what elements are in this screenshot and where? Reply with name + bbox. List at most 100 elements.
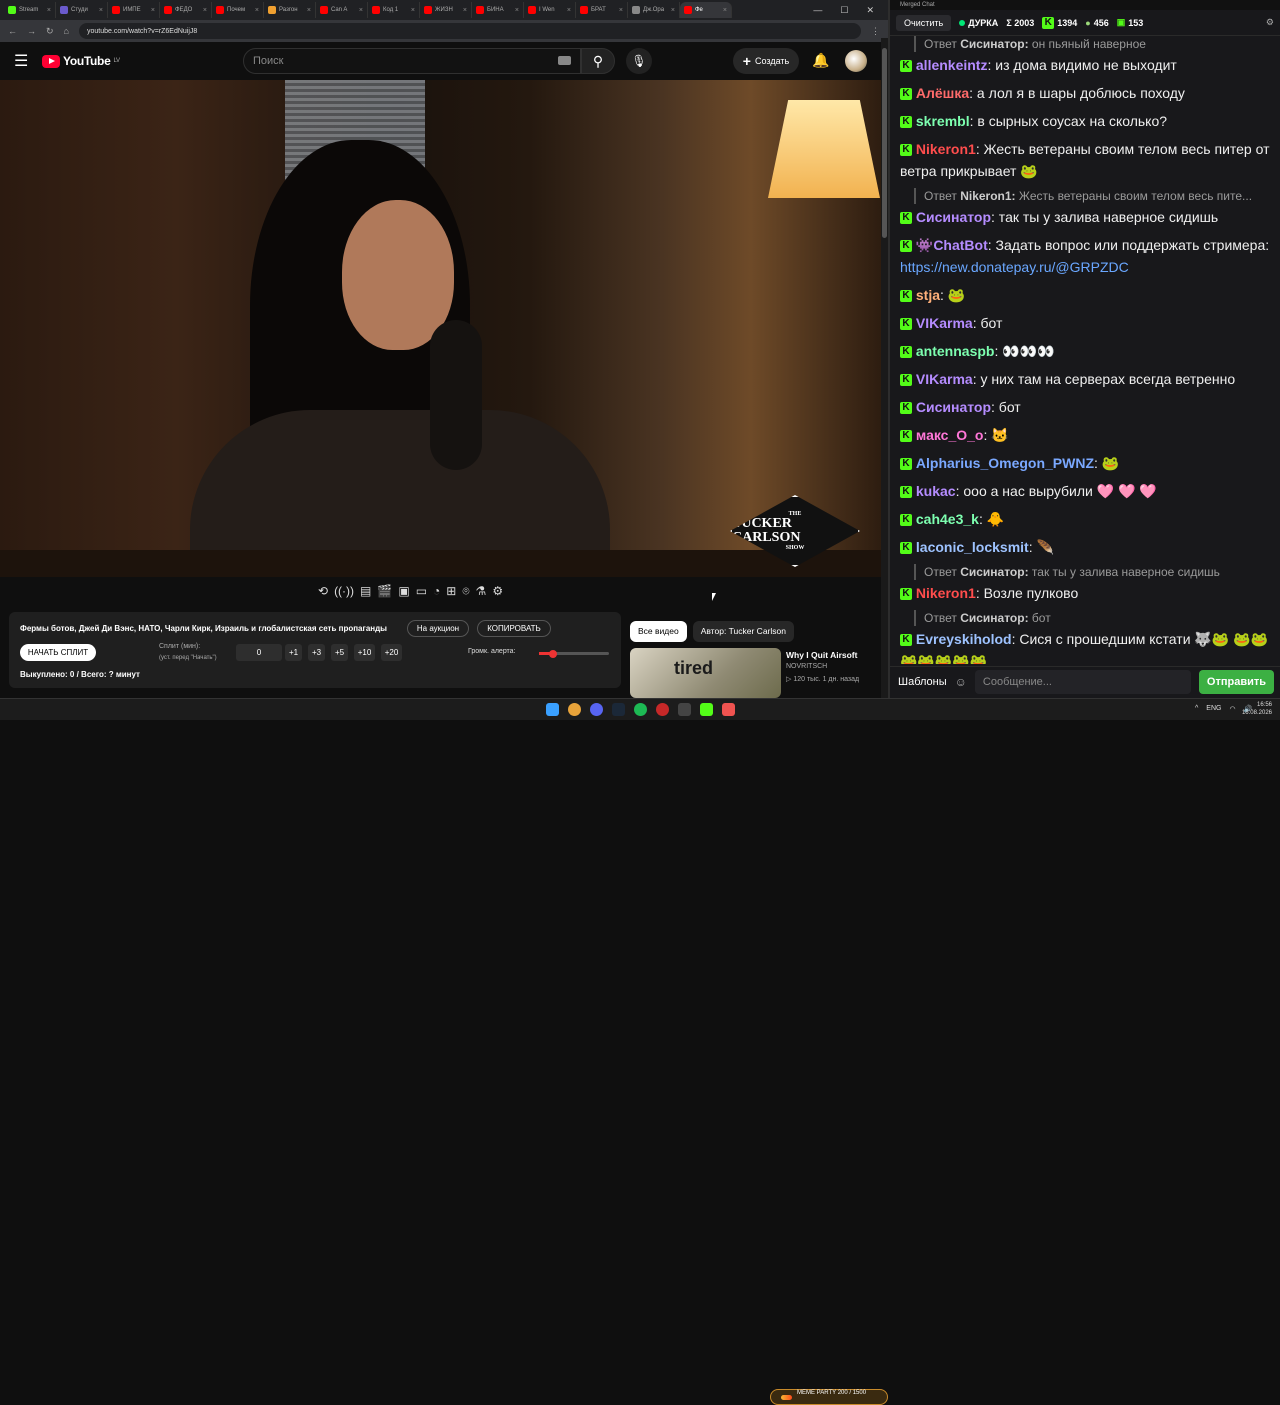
settings-icon[interactable]: ⚙	[492, 584, 503, 599]
theater-icon[interactable]: ▭	[416, 584, 427, 599]
volume-handle[interactable]	[549, 649, 557, 658]
chat-username[interactable]: Nikeron1	[916, 141, 976, 157]
keyboard-icon[interactable]	[558, 56, 571, 65]
chat-username[interactable]: 👾ChatBot	[916, 237, 988, 253]
chat-username[interactable]: Alpharius_Omegon_PWNZ	[916, 455, 1094, 471]
tab-close-icon[interactable]: ×	[411, 7, 415, 14]
message-input[interactable]: Сообщение...	[974, 669, 1191, 694]
scrollbar-thumb[interactable]	[882, 48, 887, 238]
browser-tab[interactable]: ИМПЕ ×	[108, 2, 160, 18]
back-icon[interactable]: ←	[8, 26, 17, 36]
speed-icon[interactable]: ◔	[433, 584, 440, 599]
browser-tab[interactable]: БИНА ×	[472, 2, 524, 18]
menu-icon[interactable]: ☰	[14, 51, 42, 71]
start-icon[interactable]	[546, 703, 559, 716]
browser-tab[interactable]: I Wen ×	[524, 2, 576, 18]
discord-icon[interactable]	[590, 703, 603, 716]
clock[interactable]: 16:56 16.08.2026	[1242, 701, 1272, 717]
chat-settings-icon[interactable]: ⚙	[1266, 17, 1274, 28]
tab-close-icon[interactable]: ×	[515, 7, 519, 14]
browser-tab[interactable]: Фе ×	[680, 2, 732, 18]
close-icon[interactable]: ✕	[866, 5, 874, 16]
chat-link[interactable]: https://new.donatepay.ru/@GRPZDC	[900, 259, 1129, 275]
related-video-channel[interactable]: NOVRITSCH	[786, 663, 827, 670]
volume-slider[interactable]	[539, 649, 609, 658]
browser-tab[interactable]: ЖИЗН ×	[420, 2, 472, 18]
browser-tab[interactable]: БРАТ ×	[576, 2, 628, 18]
page-scrollbar[interactable]	[881, 38, 888, 698]
chat-username[interactable]: VIKarma	[916, 371, 973, 387]
screenshot-icon[interactable]: ⌾	[462, 584, 469, 599]
tab-close-icon[interactable]: ×	[359, 7, 363, 14]
increment-1-button[interactable]: +1	[285, 644, 302, 661]
auction-button[interactable]: На аукцион	[407, 620, 469, 637]
create-button[interactable]: + Создать	[733, 48, 799, 74]
pip-icon[interactable]: ▣	[398, 584, 409, 599]
chat-username[interactable]: макс_О_о	[916, 427, 984, 443]
chat-username[interactable]: Сисинатор	[916, 399, 991, 415]
tab-close-icon[interactable]: ×	[307, 7, 311, 14]
search-button[interactable]: ⚲	[581, 48, 615, 74]
add-icon[interactable]: ⊞	[446, 584, 456, 599]
chevron-up-icon[interactable]: ^	[1195, 705, 1198, 713]
increment-3-button[interactable]: +3	[308, 644, 325, 661]
chat-username[interactable]: kukac	[916, 483, 956, 499]
send-button[interactable]: Отправить	[1198, 669, 1274, 694]
tab-close-icon[interactable]: ×	[255, 7, 259, 14]
audio-icon[interactable]: ((·))	[334, 584, 354, 599]
chat-username[interactable]: Evreyskiholod	[916, 631, 1012, 647]
related-video-thumbnail[interactable]: tired	[630, 648, 781, 698]
increment-20-button[interactable]: +20	[381, 644, 402, 661]
extensions-icon[interactable]: ⋮	[871, 26, 880, 37]
browser-tab[interactable]: ФЕДО ×	[160, 2, 212, 18]
tab-close-icon[interactable]: ×	[203, 7, 207, 14]
browser-tab[interactable]: Can A ×	[316, 2, 368, 18]
browser-tab[interactable]: Stream ×	[4, 2, 56, 18]
subtitle-icon[interactable]: ▤	[360, 584, 371, 599]
kick-app-icon[interactable]	[700, 703, 713, 716]
steam-icon[interactable]	[612, 703, 625, 716]
start-split-button[interactable]: НАЧАТЬ СПЛИТ	[20, 644, 96, 661]
tab-close-icon[interactable]: ×	[99, 7, 103, 14]
home-icon[interactable]: ⌂	[64, 26, 69, 36]
tab-close-icon[interactable]: ×	[567, 7, 571, 14]
chat-username[interactable]: Nikeron1	[916, 585, 976, 601]
browser-tab[interactable]: Почем ×	[212, 2, 264, 18]
maximize-icon[interactable]: ☐	[840, 5, 848, 16]
avatar[interactable]	[845, 50, 867, 72]
tab-close-icon[interactable]: ×	[619, 7, 623, 14]
templates-button[interactable]: Шаблоны	[898, 676, 947, 688]
emoji-icon[interactable]: ☺	[955, 675, 967, 689]
browser-tab[interactable]: Студи ×	[56, 2, 108, 18]
app-icon[interactable]	[722, 703, 735, 716]
tab-close-icon[interactable]: ×	[723, 7, 727, 14]
tab-close-icon[interactable]: ×	[151, 7, 155, 14]
obs-icon[interactable]	[656, 703, 669, 716]
chat-username[interactable]: skrembl	[916, 113, 970, 129]
lab-icon[interactable]: ⚗	[476, 584, 487, 599]
tab-close-icon[interactable]: ×	[47, 7, 51, 14]
increment-5-button[interactable]: +5	[331, 644, 348, 661]
browser-tab[interactable]: Код 1 ×	[368, 2, 420, 18]
browser-tab[interactable]: Дж.Ора ×	[628, 2, 680, 18]
notifications-icon[interactable]: 🔔	[812, 52, 829, 69]
terminal-icon[interactable]	[678, 703, 691, 716]
copy-button[interactable]: КОПИРОВАТЬ	[477, 620, 551, 637]
clear-button[interactable]: Очистить	[896, 14, 952, 31]
url-field[interactable]: youtube.com/watch?v=rZ6EdNuijJ8	[78, 23, 861, 39]
chat-username[interactable]: cah4e3_k	[916, 511, 979, 527]
video-player[interactable]: THE TUCKER CARLSON SHOW	[0, 80, 883, 577]
wifi-icon[interactable]: ◠	[1229, 705, 1235, 713]
search-input[interactable]: Поиск	[243, 48, 581, 74]
chrome-icon[interactable]	[568, 703, 581, 716]
browser-tab[interactable]: Разгон ×	[264, 2, 316, 18]
forward-icon[interactable]: →	[27, 26, 36, 36]
increment-10-button[interactable]: +10	[354, 644, 375, 661]
minimize-icon[interactable]: —	[813, 5, 822, 16]
loop-icon[interactable]: ⟲	[318, 584, 328, 599]
chat-username[interactable]: stja	[916, 287, 940, 303]
language-indicator[interactable]: ENG	[1206, 705, 1221, 713]
youtube-logo[interactable]: YouTube LV	[42, 54, 120, 68]
reload-icon[interactable]: ↻	[46, 26, 54, 37]
chat-username[interactable]: laconic_locksmit	[916, 539, 1029, 555]
